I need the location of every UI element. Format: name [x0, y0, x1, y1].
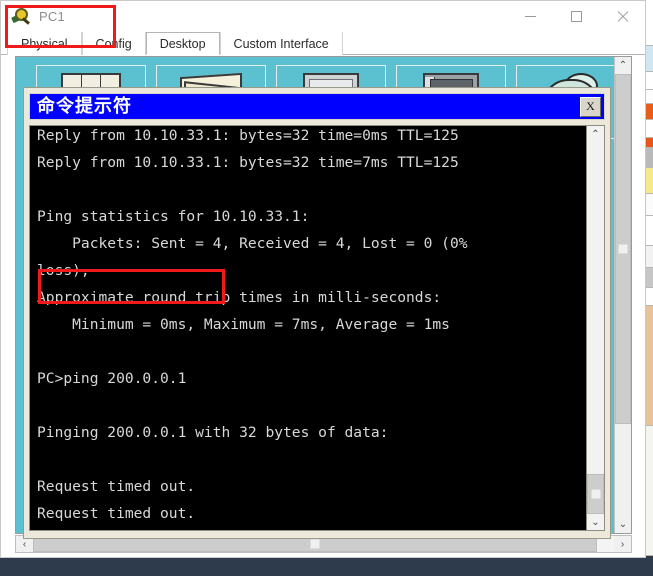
chevron-up-icon: ⌃: [591, 128, 600, 140]
desktop-vertical-scroll-thumb[interactable]: [615, 74, 631, 424]
maximize-button[interactable]: [553, 1, 599, 31]
tab-config[interactable]: Config: [81, 32, 146, 55]
terminal-output-pane[interactable]: Reply from 10.10.33.1: bytes=32 time=0ms…: [29, 125, 605, 531]
maximize-icon: [570, 10, 582, 22]
tab-desktop-label: Desktop: [159, 36, 206, 51]
desktop-vertical-scrollbar[interactable]: ⌃ ⌄: [614, 57, 631, 533]
tab-physical-label: Physical: [21, 36, 68, 51]
tab-physical[interactable]: Physical: [7, 32, 82, 55]
chevron-down-icon: ⌄: [591, 516, 600, 528]
command-prompt-window: 命令提示符 X Reply from 10.10.33.1: bytes=32 …: [23, 87, 611, 539]
terminal-output-text: Reply from 10.10.33.1: bytes=32 time=0ms…: [37, 127, 468, 522]
terminal-vertical-scroll-thumb[interactable]: [587, 474, 604, 514]
chevron-up-icon: ⌃: [618, 60, 628, 71]
minimize-button[interactable]: [507, 1, 553, 31]
tab-custom-interface[interactable]: Custom Interface: [219, 32, 343, 55]
window-titlebar: PC1: [1, 1, 645, 31]
terminal-scroll-down-button[interactable]: ⌄: [587, 514, 604, 530]
pc-device-icon: [11, 7, 31, 25]
tab-custom-interface-label: Custom Interface: [233, 36, 329, 51]
terminal-scroll-up-button[interactable]: ⌃: [587, 126, 604, 142]
window-controls: [507, 1, 645, 31]
terminal-vertical-scrollbar[interactable]: ⌃ ⌄: [586, 126, 604, 530]
desktop-scroll-right-button[interactable]: ›: [614, 536, 631, 552]
pc1-window: PC1 Physical Config Desktop Custom Inter…: [0, 0, 646, 558]
minimize-icon: [524, 15, 536, 17]
background-taskbar-strip: [0, 556, 653, 576]
desktop-scroll-up-button[interactable]: ⌃: [615, 57, 631, 74]
tab-bar: Physical Config Desktop Custom Interface: [1, 31, 645, 55]
command-prompt-titlebar: 命令提示符 X: [29, 93, 605, 120]
chevron-down-icon: ⌄: [618, 519, 628, 530]
desktop-scroll-down-button[interactable]: ⌄: [615, 516, 631, 533]
chevron-left-icon: ‹: [22, 538, 27, 550]
close-icon: [616, 10, 629, 23]
screen-root: PC1 Physical Config Desktop Custom Inter…: [0, 0, 653, 576]
window-title: PC1: [39, 8, 65, 24]
command-prompt-close-button[interactable]: X: [580, 96, 601, 117]
chevron-right-icon: ›: [620, 538, 625, 550]
command-prompt-title: 命令提示符: [37, 95, 132, 117]
tab-desktop[interactable]: Desktop: [145, 32, 220, 55]
close-button[interactable]: [599, 1, 645, 31]
tab-config-label: Config: [95, 36, 132, 51]
